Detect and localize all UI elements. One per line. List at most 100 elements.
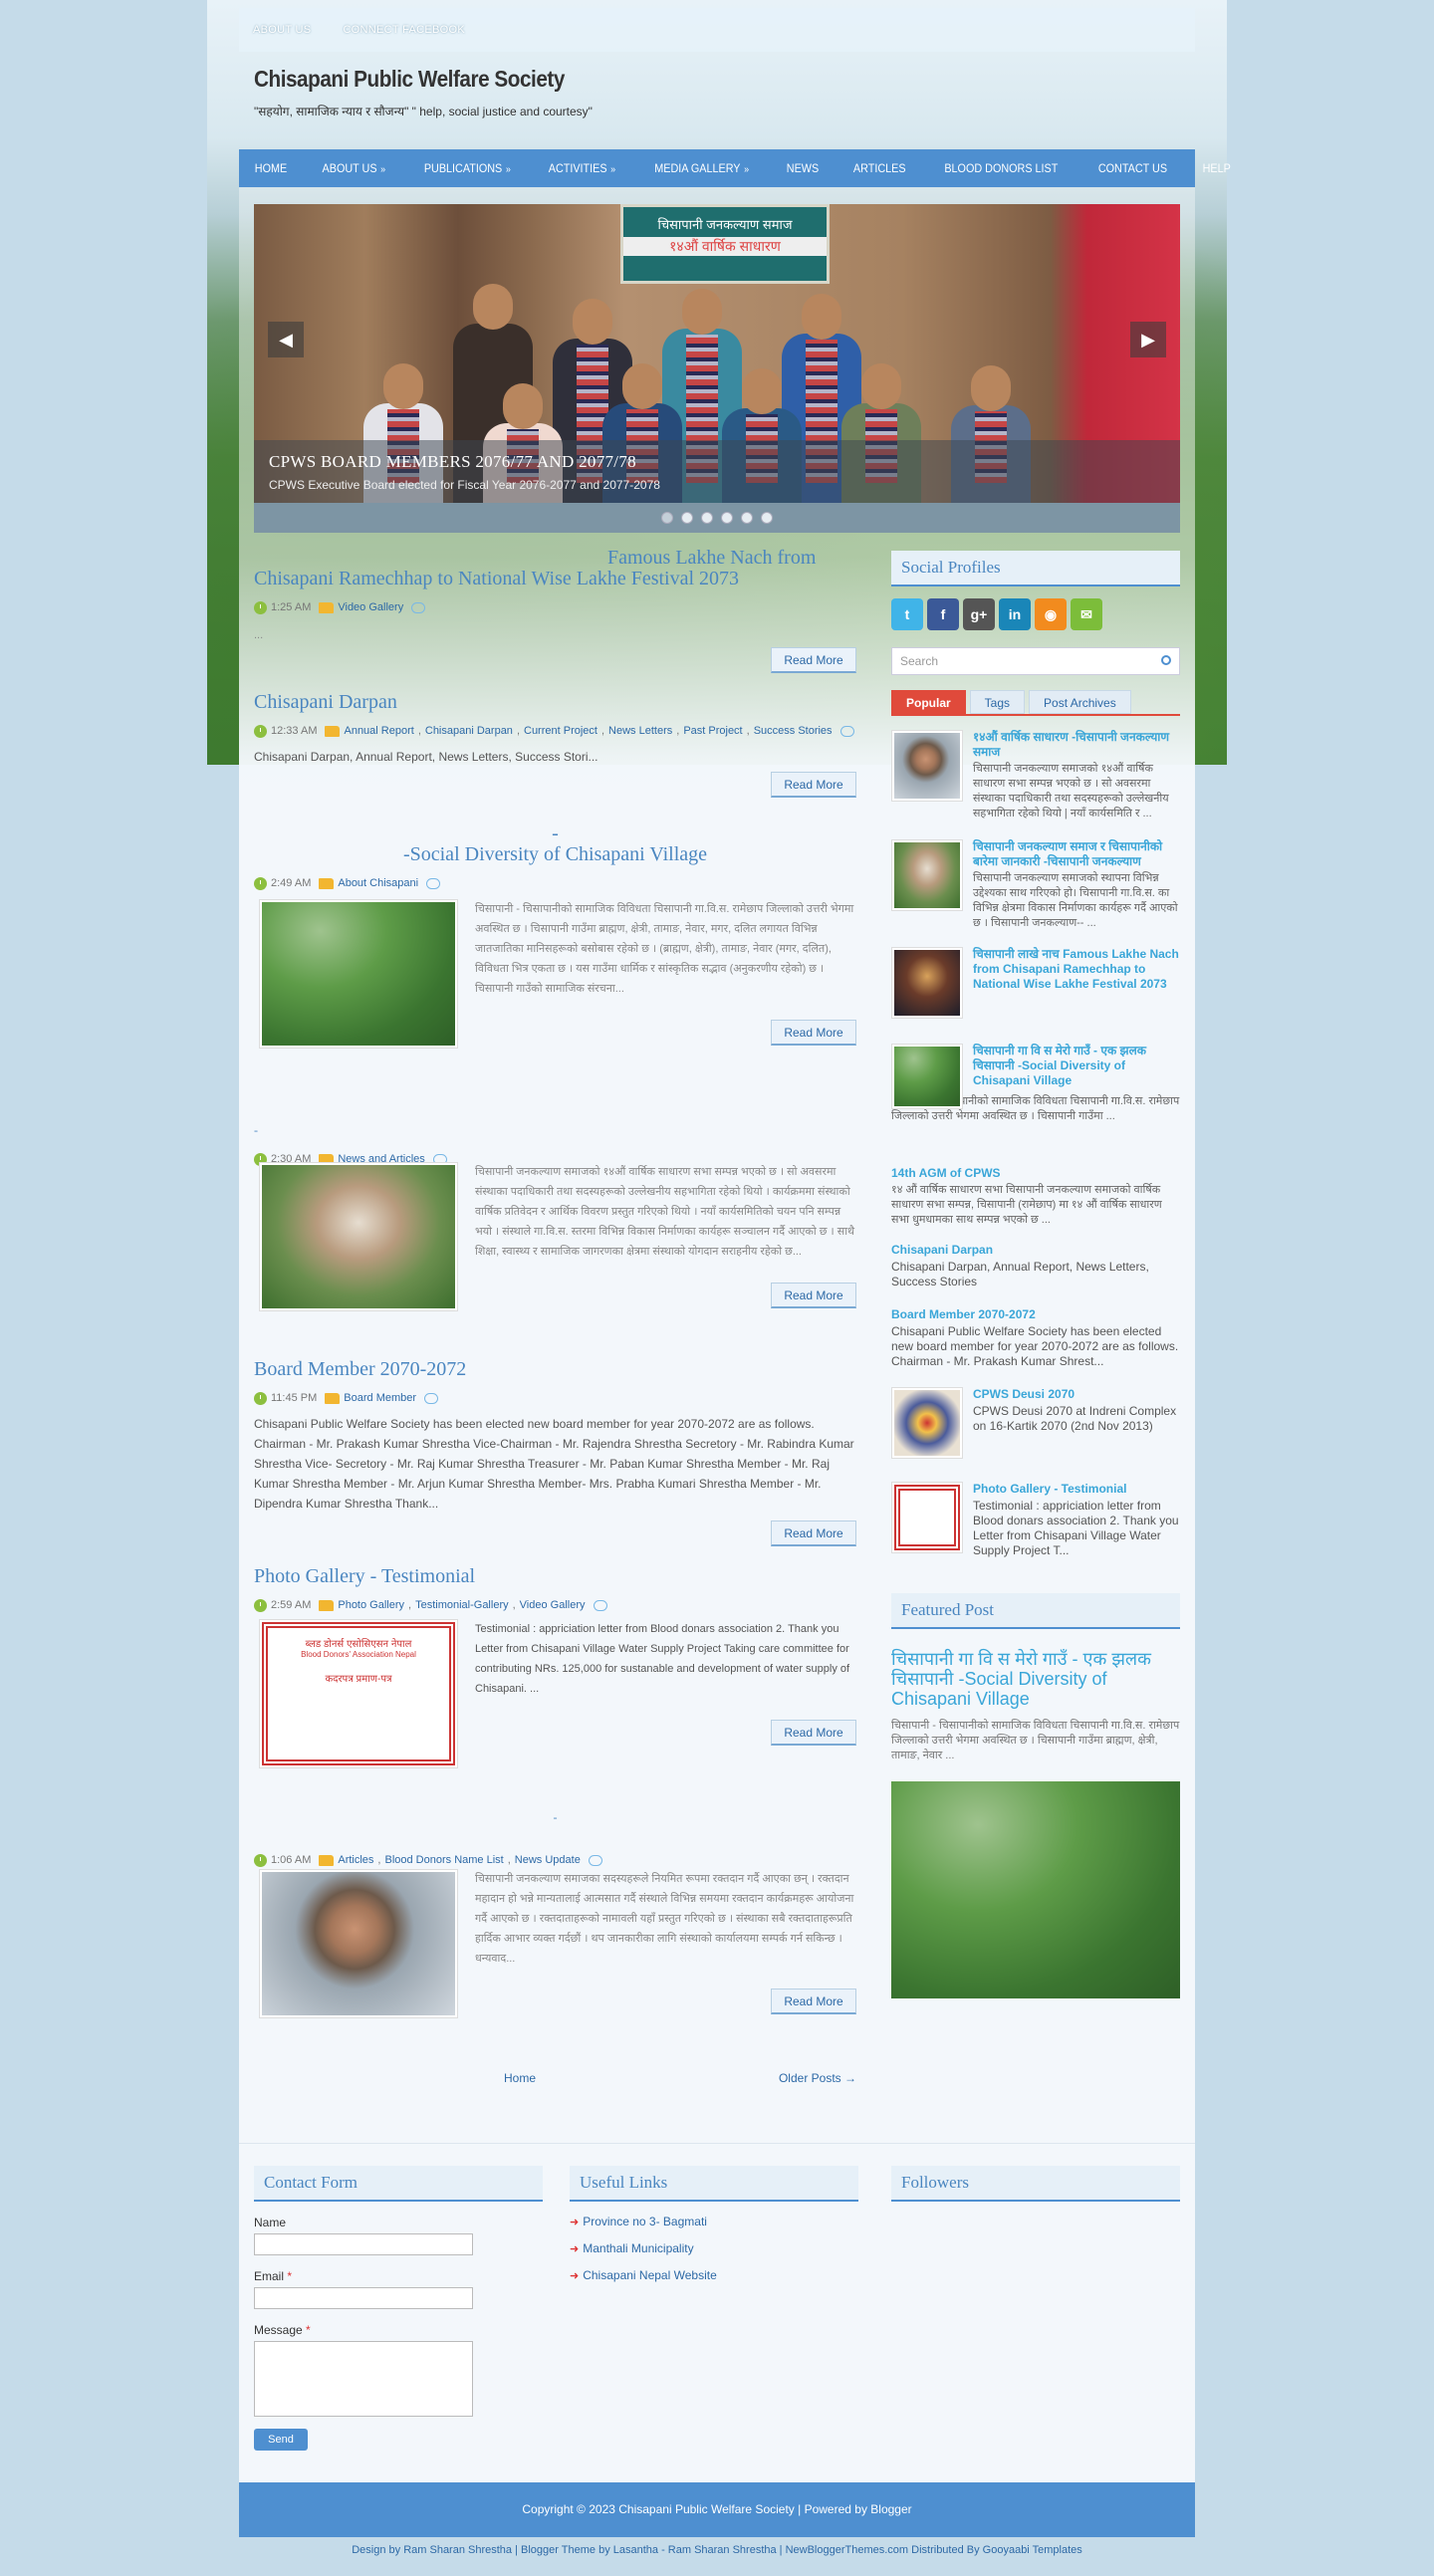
post-title[interactable]: - — [254, 1120, 856, 1141]
slide-photo[interactable]: चिसापानी जनकल्याण समाज १४औं वार्षिक साधा… — [254, 204, 1180, 503]
comment-icon[interactable] — [593, 1599, 607, 1611]
name-field[interactable] — [254, 2233, 473, 2255]
popular-post-title[interactable]: चिसापानी गा वि स मेरो गाउँ - एक झलक चिसा… — [973, 1044, 1180, 1088]
popular-post-thumbnail[interactable] — [891, 1482, 963, 1553]
post-label-link[interactable]: Blood Donors Name List — [384, 1854, 503, 1866]
popular-post-thumbnail[interactable] — [891, 1044, 963, 1109]
rss-icon[interactable]: ◉ — [1035, 598, 1067, 630]
read-more-button[interactable]: Read More — [771, 1521, 856, 1546]
read-more-button[interactable]: Read More — [771, 1720, 856, 1746]
search-icon[interactable] — [1161, 655, 1171, 665]
tab-popular[interactable]: Popular — [891, 690, 966, 714]
comment-icon[interactable] — [426, 877, 441, 889]
post-label-link[interactable]: Current Project — [524, 725, 598, 737]
email-field[interactable] — [254, 2287, 473, 2309]
comment-icon[interactable] — [411, 601, 426, 613]
popular-post-title[interactable]: Board Member 2070-2072 — [891, 1307, 1180, 1322]
message-field[interactable] — [254, 2341, 473, 2417]
slider-dot[interactable] — [701, 512, 713, 524]
nav-blood-donors-list[interactable]: BLOOD DONORS LIST — [944, 161, 1058, 175]
popular-post-title[interactable]: CPWS Deusi 2070 — [973, 1387, 1180, 1402]
read-more-button[interactable]: Read More — [771, 772, 856, 798]
send-button[interactable]: Send — [254, 2429, 308, 2451]
post-label-link[interactable]: News Letters — [608, 725, 672, 737]
post-label-link[interactable]: News Update — [515, 1854, 581, 1866]
link-text[interactable]: Province no 3- Bagmati — [583, 2215, 707, 2228]
post-title[interactable]: Board Member 2070-2072 — [254, 1359, 856, 1380]
comment-icon[interactable] — [424, 1392, 439, 1404]
post-label-link[interactable]: Photo Gallery — [338, 1599, 404, 1611]
nav-media-gallery[interactable]: MEDIA GALLERY» — [655, 161, 750, 175]
popular-post-thumbnail[interactable] — [891, 730, 963, 802]
popular-post-title[interactable]: Chisapani Darpan — [891, 1243, 1180, 1258]
post-title[interactable]: Chisapani Darpan — [254, 692, 856, 713]
read-more-button[interactable]: Read More — [771, 1020, 856, 1046]
popular-post-title[interactable]: चिसापानी जनकल्याण समाज र चिसापानीको बारे… — [973, 839, 1180, 869]
read-more-button[interactable]: Read More — [771, 1989, 856, 2014]
popular-post-title[interactable]: चिसापानी लाखे नाच Famous Lakhe Nach from… — [973, 947, 1180, 992]
popular-post-thumbnail[interactable] — [891, 947, 963, 1019]
post-label-link[interactable]: Testimonial-Gallery — [415, 1599, 509, 1611]
useful-link[interactable]: ➜ Chisapani Nepal Website — [570, 2268, 858, 2286]
comment-icon[interactable] — [839, 725, 854, 737]
post-label-link[interactable]: About Chisapani — [338, 877, 418, 889]
nav-publications[interactable]: PUBLICATIONS» — [424, 161, 511, 175]
tab-post-archives[interactable]: Post Archives — [1029, 690, 1131, 714]
post-title[interactable]: - — [254, 823, 856, 844]
facebook-icon[interactable]: f — [927, 598, 959, 630]
link-text[interactable]: Manthali Municipality — [583, 2241, 693, 2255]
slide-caption-title[interactable]: CPWS BOARD MEMBERS 2076/77 AND 2077/78 — [269, 452, 1165, 472]
slider-dot[interactable] — [721, 512, 733, 524]
read-more-button[interactable]: Read More — [771, 647, 856, 673]
read-more-button[interactable]: Read More — [771, 1283, 856, 1308]
theme-credits[interactable]: Design by Ram Sharan Shrestha | Blogger … — [0, 2544, 1434, 2556]
post-title[interactable]: Famous Lakhe Nach from — [254, 548, 856, 569]
post-label-link[interactable]: Video Gallery — [338, 601, 403, 613]
link-text[interactable]: Chisapani Nepal Website — [583, 2268, 717, 2282]
slider-dot[interactable] — [741, 512, 753, 524]
popular-post-title[interactable]: Photo Gallery - Testimonial — [973, 1482, 1180, 1497]
post-label-link[interactable]: Annual Report — [344, 725, 413, 737]
post-thumbnail[interactable]: ब्लड डोनर्स एसोसिएसन नेपाल Blood Donors'… — [259, 1619, 458, 1768]
useful-link[interactable]: ➜ Manthali Municipality — [570, 2241, 858, 2259]
post-title[interactable]: -Social Diversity of Chisapani Village — [254, 844, 856, 865]
post-title[interactable]: - — [254, 1807, 856, 1828]
nav-help[interactable]: HELP — [1202, 161, 1230, 175]
popular-post-title[interactable]: १४औं वार्षिक साधारण -चिसापानी जनकल्याण स… — [973, 730, 1180, 760]
post-label-link[interactable]: Board Member — [344, 1392, 416, 1404]
post-label-link[interactable]: Chisapani Darpan — [425, 725, 513, 737]
image-slider[interactable]: चिसापानी जनकल्याण समाज १४औं वार्षिक साधा… — [254, 204, 1180, 533]
nav-activities[interactable]: ACTIVITIES» — [549, 161, 615, 175]
featured-post-image[interactable] — [891, 1781, 1180, 1998]
search-input[interactable]: Search — [891, 647, 1180, 675]
post-thumbnail[interactable] — [259, 899, 458, 1049]
post-label-link[interactable]: Past Project — [683, 725, 742, 737]
googleplus-icon[interactable]: g+ — [963, 598, 995, 630]
popular-post-title[interactable]: 14th AGM of CPWS — [891, 1166, 1180, 1181]
post-label-link[interactable]: Success Stories — [754, 725, 833, 737]
post-thumbnail[interactable] — [259, 1162, 458, 1311]
comment-icon[interactable] — [588, 1854, 602, 1866]
nav-contact-us[interactable]: CONTACT US — [1098, 161, 1167, 175]
older-posts-link[interactable]: Older Posts → — [779, 2071, 856, 2085]
linkedin-icon[interactable]: in — [999, 598, 1031, 630]
post-label-link[interactable]: Articles — [338, 1854, 373, 1866]
tab-tags[interactable]: Tags — [969, 690, 1026, 714]
email-icon[interactable]: ✉ — [1071, 598, 1102, 630]
nav-news[interactable]: NEWS — [786, 161, 818, 175]
nav-articles[interactable]: ARTICLES — [853, 161, 906, 175]
post-label-link[interactable]: Video Gallery — [520, 1599, 586, 1611]
slider-prev-button[interactable]: ◀ — [268, 322, 304, 357]
popular-post-thumbnail[interactable] — [891, 839, 963, 911]
nav-about-us[interactable]: ABOUT US» — [323, 161, 386, 175]
post-thumbnail[interactable] — [259, 1869, 458, 2018]
useful-link[interactable]: ➜ Province no 3- Bagmati — [570, 2215, 858, 2232]
slider-dot[interactable] — [761, 512, 773, 524]
topbar-link-about-us[interactable]: ABOUT US — [253, 24, 311, 36]
home-link[interactable]: Home — [504, 2071, 536, 2085]
popular-post-thumbnail[interactable] — [891, 1387, 963, 1459]
featured-post-title[interactable]: चिसापानी गा वि स मेरो गाउँ - एक झलक चिसा… — [891, 1649, 1180, 1709]
post-title[interactable]: Photo Gallery - Testimonial — [254, 1566, 856, 1587]
nav-home[interactable]: HOME — [255, 161, 287, 175]
slider-dot[interactable] — [681, 512, 693, 524]
